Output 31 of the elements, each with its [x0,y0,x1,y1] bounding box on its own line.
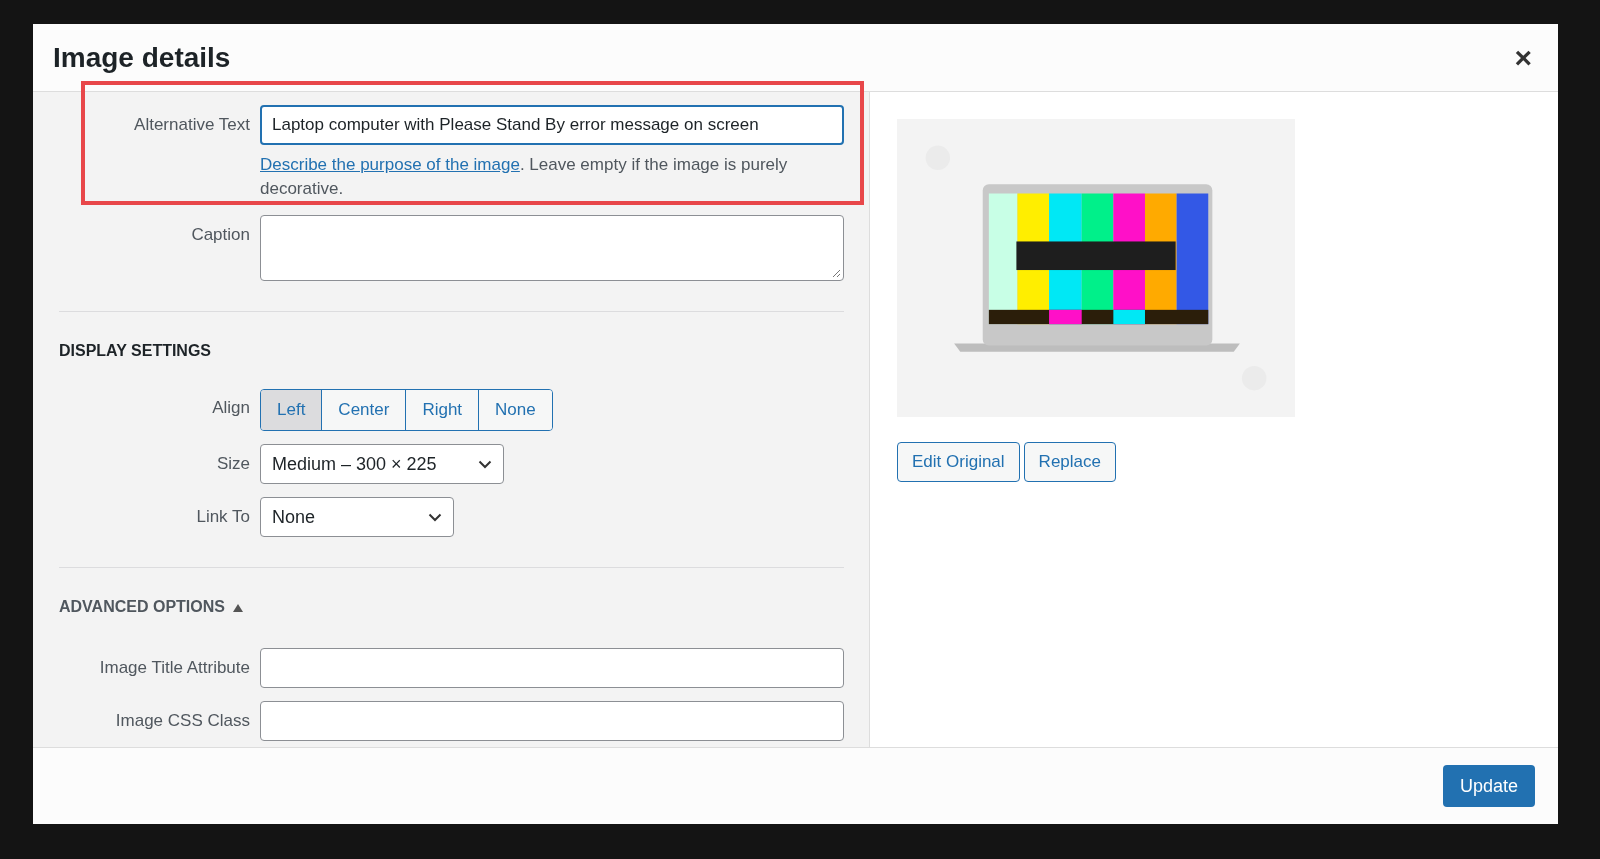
text-field[interactable] [260,701,844,741]
chevron-down-icon [428,512,442,522]
text-field[interactable] [260,648,844,688]
caption-field[interactable] [260,215,844,281]
resize-handle-icon [832,269,841,278]
section-heading: DISPLAY SETTINGS [59,341,213,361]
align-button[interactable]: Center [321,390,406,430]
field-label: Alternative Text [133,114,250,135]
field-label: Image CSS Class [114,710,250,731]
chevron-down-icon [478,459,492,469]
align-button[interactable]: None [478,390,552,430]
field-label: Align [211,397,250,418]
dialog-title: Image details [53,41,231,74]
select-value: None [272,506,316,528]
select-value: Medium – 300 × 225 [272,453,437,475]
field-label: Size [215,453,250,474]
field-label: Caption [190,224,250,245]
size-select[interactable]: Medium – 300 × 225 [260,444,504,484]
section-heading[interactable]: ADVANCED OPTIONS [59,568,225,648]
close-button[interactable]: × [1510,40,1536,75]
field-label: Image Title Attribute [98,657,250,678]
link-to-select[interactable]: None [260,497,454,537]
update-button[interactable]: Update [1442,765,1535,807]
secondary-button[interactable]: Replace [1023,442,1116,482]
field-label: Link To [195,506,250,527]
help-text: Describe the purpose of the image. Leave empty if the image is purely decorative. [260,154,789,200]
align-button[interactable]: Right [405,390,479,430]
align-button[interactable]: Left [261,390,322,430]
help-link[interactable]: Describe the purpose of the image [260,155,520,174]
secondary-button[interactable]: Edit Original [897,442,1020,482]
alt-text-field[interactable]: Laptop computer with Please Stand By error message on screen [260,105,844,145]
